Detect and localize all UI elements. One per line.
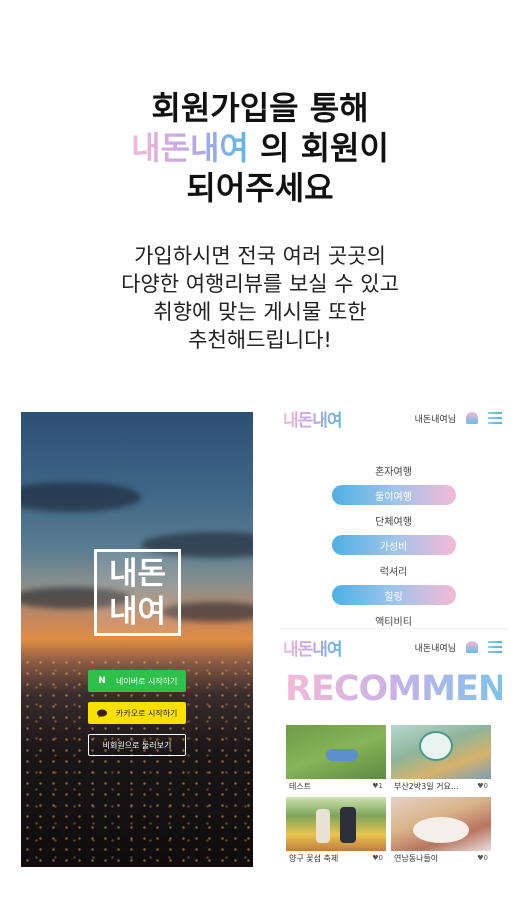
cake-shape [413, 817, 469, 843]
login-screen: 내돈 내여 N 네이버로 시작하기 카카오로 시작하기 비회원으로 둘러보기 [21, 412, 253, 867]
post-caption: 양구 꽃섬 축제 [289, 853, 339, 863]
description-line-4: 추천해드립니다! [188, 328, 332, 352]
menu-item-couple[interactable]: 둘이여행 [331, 485, 456, 505]
hamburger-menu-icon[interactable] [488, 641, 502, 653]
headline-line-3: 되어주세요 [186, 169, 334, 207]
menu-item-healing[interactable]: 힐링 [331, 585, 456, 605]
like-count: ♥0 [477, 782, 488, 790]
description-line-2: 다양한 여행리뷰를 보실 수 있고 [121, 272, 399, 296]
post-caption: 연남동나들이 [394, 853, 439, 863]
logo-text-bottom: 내여 [108, 593, 167, 630]
guest-browse-button[interactable]: 비회원으로 둘러보기 [88, 734, 186, 756]
person-shape [340, 807, 356, 843]
user-name: 내돈내여님 [414, 414, 456, 425]
menu-item-activity[interactable]: 액티비티 [279, 608, 508, 630]
app-header: 내돈내여 내돈내여님 [279, 629, 508, 665]
speech-bubble-icon [96, 709, 108, 718]
post-card[interactable]: 테스트 ♥1 [286, 725, 386, 793]
menu-item-group[interactable]: 단체여행 [279, 508, 508, 533]
post-thumbnail [286, 797, 386, 851]
app-header: 내돈내여 내돈내여님 [279, 400, 508, 436]
brand-name: 내돈내여 [131, 129, 249, 167]
person-shape [326, 749, 358, 761]
post-card[interactable]: 부산2박3일 거요... ♥0 [391, 725, 491, 793]
badge-shape [419, 731, 453, 761]
person-shape [316, 809, 330, 843]
description: 가입하시면 전국 여러 곳곳의 다양한 여행리뷰를 보실 수 있고 취향에 맞는… [0, 242, 520, 354]
menu-item-value[interactable]: 가성비 [331, 535, 456, 555]
like-count: ♥1 [372, 782, 383, 790]
app-logo: 내돈 내여 [94, 549, 181, 636]
naver-login-label: 네이버로 시작하기 [116, 676, 178, 686]
like-count: ♥0 [477, 854, 488, 862]
post-thumbnail [286, 725, 386, 779]
menu-item-luxury[interactable]: 럭셔리 [279, 558, 508, 583]
headline-line-1: 회원가입을 통해 [151, 89, 369, 127]
description-line-1: 가입하시면 전국 여러 곳곳의 [134, 244, 386, 268]
header-brand[interactable]: 내돈내여 [283, 635, 343, 660]
post-thumbnail [391, 797, 491, 851]
naver-icon: N [98, 676, 106, 686]
bell-icon[interactable] [466, 412, 478, 424]
user-name: 내돈내여님 [414, 643, 456, 654]
headline: 회원가입을 통해 내돈내여 의 회원이 되어주세요 [0, 88, 520, 208]
recommend-title: RECOMMEND [285, 669, 508, 709]
cloud-shape [21, 482, 141, 512]
menu-item-solo[interactable]: 혼자여행 [279, 458, 508, 483]
post-thumbnail [391, 725, 491, 779]
like-count: ♥0 [372, 854, 383, 862]
category-menu: 혼자여행 둘이여행 단체여행 가성비 럭셔리 힐링 액티비티 [279, 458, 508, 630]
kakao-login-button[interactable]: 카카오로 시작하기 [88, 702, 186, 724]
headline-line-2-suffix: 의 회원이 [260, 129, 389, 167]
post-caption: 테스트 [289, 781, 312, 791]
post-card[interactable]: 연남동나들이 ♥0 [391, 797, 491, 865]
menu-screen: 내돈내여 내돈내여님 혼자여행 둘이여행 단체여행 가성비 럭셔리 힐링 액티비… [279, 400, 508, 630]
guest-browse-label: 비회원으로 둘러보기 [102, 740, 172, 750]
recommend-screen: 내돈내여 내돈내여님 RECOMMEND 테스트 ♥1 부산2박3일 거요...… [279, 628, 508, 868]
naver-login-button[interactable]: N 네이버로 시작하기 [88, 670, 186, 692]
logo-text-top: 내돈 [108, 555, 167, 592]
description-line-3: 취향에 맞는 게시물 또한 [153, 300, 367, 324]
headline-line-2: 내돈내여 의 회원이 [0, 128, 520, 168]
hamburger-menu-icon[interactable] [488, 412, 502, 424]
header-brand[interactable]: 내돈내여 [283, 406, 343, 431]
bell-icon[interactable] [466, 641, 478, 653]
kakao-login-label: 카카오로 시작하기 [116, 708, 178, 718]
post-caption: 부산2박3일 거요... [394, 781, 459, 791]
post-card[interactable]: 양구 꽃섬 축제 ♥0 [286, 797, 386, 865]
